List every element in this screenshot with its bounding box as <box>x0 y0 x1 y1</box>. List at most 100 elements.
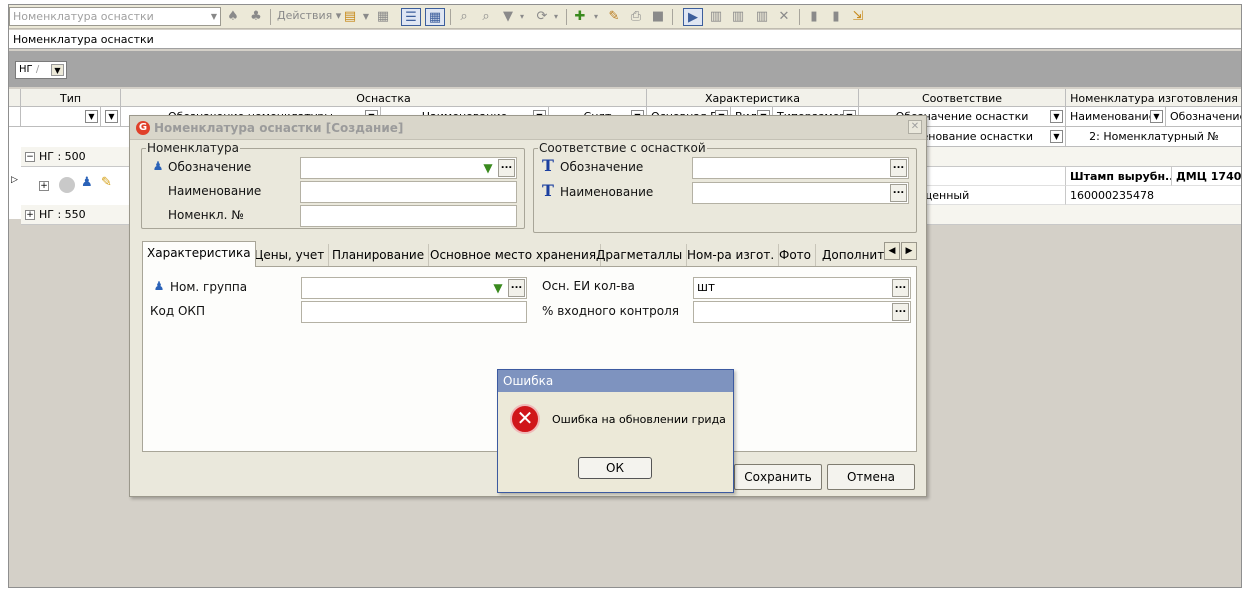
collapse-icon[interactable]: − <box>25 152 35 162</box>
export-icon[interactable]: ⇲ <box>849 8 867 26</box>
bookmark-icon[interactable]: ▮ <box>805 8 823 26</box>
filter-make-number[interactable]: 2: Номенклатурный № <box>1066 127 1241 147</box>
grid-corner <box>9 89 21 107</box>
match-designation-input[interactable]: ... <box>692 157 909 179</box>
chevron-down-icon[interactable]: ▼ <box>1050 130 1063 143</box>
filter-icon[interactable]: ▼ <box>480 160 496 176</box>
nomenclature-number-label: Номенкл. № <box>168 208 244 222</box>
breadcrumb-label: Номенклатура оснастки <box>13 33 154 46</box>
nom-group-input[interactable]: ▼ ... <box>301 277 527 299</box>
chevron-down-icon[interactable]: ▼ <box>1050 110 1063 123</box>
expand-icon[interactable]: + <box>39 179 53 192</box>
tab-scroll-left-icon[interactable]: ◀ <box>884 242 900 260</box>
expand-icon[interactable]: + <box>25 210 35 220</box>
doc-copy-icon[interactable]: ▥ <box>729 8 747 26</box>
module-combo[interactable]: Номенклатура оснастки ▼ <box>9 7 221 26</box>
list-view-icon[interactable]: ☰ <box>401 8 421 26</box>
filter-make-name[interactable]: Наименование ▼ <box>1066 107 1166 127</box>
tab-photo[interactable]: Фото <box>775 244 817 266</box>
copy-icon[interactable]: ▤ <box>341 8 359 26</box>
search-icon[interactable]: ⌕ <box>455 8 473 26</box>
tab-scroll-right-icon[interactable]: ▶ <box>901 242 917 260</box>
tab-make-nomenclature[interactable]: Ном-ра изгот. <box>683 244 780 266</box>
designation-input[interactable]: ▼ ... <box>300 157 517 179</box>
chevron-down-icon[interactable]: ▼ <box>51 64 64 76</box>
tab-additional[interactable]: Дополните <box>818 244 888 266</box>
find-next-icon[interactable]: ⌕ <box>477 8 495 26</box>
filter-icon[interactable]: ▼ <box>499 8 517 26</box>
chevron-down-icon[interactable]: ▼ <box>208 8 220 25</box>
doc-icon[interactable]: ▥ <box>707 8 725 26</box>
main-unit-input[interactable]: шт ... <box>693 277 911 299</box>
user-icon: ♟ <box>153 279 165 293</box>
match-name-label: Наименование <box>560 185 654 199</box>
input-control-input[interactable]: ... <box>693 301 911 323</box>
play-icon[interactable]: ▶ <box>683 8 703 26</box>
header-tooling[interactable]: Оснастка <box>121 89 647 107</box>
error-dialog-title[interactable]: Ошибка <box>498 370 733 392</box>
filter-icon[interactable]: ▼ <box>490 280 506 296</box>
copy-dropdown-icon[interactable]: ▼ <box>361 8 371 26</box>
refresh-dropdown-icon[interactable]: ▾ <box>551 8 561 26</box>
bookmark-add-icon[interactable]: ▮ <box>827 8 845 26</box>
browse-button[interactable]: ... <box>508 279 525 297</box>
chevron-down-icon[interactable]: ▼ <box>85 110 98 123</box>
header-match[interactable]: Соответствие <box>859 89 1066 107</box>
type-filter-2[interactable]: ▼ <box>101 107 121 127</box>
browse-button[interactable]: ... <box>498 159 515 177</box>
actions-menu[interactable]: Действия ▾ <box>277 9 341 22</box>
type-filter[interactable]: ▼ <box>21 107 101 127</box>
table-view-icon[interactable]: ▦ <box>425 8 445 26</box>
row-pointer-icon: ▷ <box>11 175 18 185</box>
main-unit-label: Осн. ЕИ кол-ва <box>542 279 635 293</box>
row-make-number: 160000235478 <box>1066 186 1241 205</box>
paste-icon[interactable]: ▦ <box>375 8 391 26</box>
doc-edit-icon[interactable]: ▥ <box>753 8 771 26</box>
browse-button[interactable]: ... <box>890 184 907 202</box>
name-input[interactable] <box>300 181 517 203</box>
print-icon[interactable]: ⎙ <box>627 8 645 26</box>
filter-dropdown-icon[interactable]: ▾ <box>517 8 527 26</box>
close-icon[interactable]: ✕ <box>908 120 922 134</box>
add-dropdown-icon[interactable]: ▾ <box>591 8 601 26</box>
filter-corner <box>9 107 21 127</box>
tab-characteristic[interactable]: Характеристика <box>142 241 256 267</box>
name-label: Наименование <box>168 184 262 198</box>
user-key-icon[interactable]: ♣ <box>247 8 265 26</box>
cancel-button[interactable]: Отмена <box>827 464 915 490</box>
row-make-name: Штамп вырубн... <box>1066 167 1172 186</box>
match-name-input[interactable]: ... <box>692 182 909 204</box>
add-icon[interactable]: ✚ <box>571 8 589 26</box>
nomenclature-number-input[interactable] <box>300 205 517 227</box>
chevron-down-icon[interactable]: ▼ <box>105 110 118 123</box>
okp-code-input[interactable] <box>301 301 527 323</box>
group-selector[interactable]: НГ / ▼ <box>15 61 67 79</box>
input-control-label: % входного контроля <box>542 304 679 318</box>
header-type[interactable]: Тип <box>21 89 121 107</box>
browse-button[interactable]: ... <box>892 303 909 321</box>
ok-button[interactable]: ОК <box>578 457 652 479</box>
filter-make-designation[interactable]: Обозначение <box>1166 107 1241 127</box>
chevron-down-icon[interactable]: ▼ <box>1150 110 1163 123</box>
stop-icon[interactable]: ■ <box>649 8 667 26</box>
browse-button[interactable]: ... <box>892 279 909 297</box>
group-selector-value: НГ <box>19 64 33 75</box>
nom-group-label: Ном. группа <box>170 280 248 294</box>
header-make-nomenclature[interactable]: Номенклатура изготовления <box>1066 89 1241 107</box>
header-characteristic[interactable]: Характеристика <box>647 89 859 107</box>
tab-storage[interactable]: Основное место хранения <box>426 244 602 266</box>
tab-planning[interactable]: Планирование <box>328 244 430 266</box>
tab-precious-metals[interactable]: Драгметаллы <box>592 244 688 266</box>
tab-prices[interactable]: Цены, учет <box>250 244 330 266</box>
close-icon[interactable]: ✕ <box>775 8 793 26</box>
user-icon: ♟ <box>81 175 93 190</box>
actions-menu-label: Действия <box>277 9 333 22</box>
toolbar-separator <box>450 9 451 25</box>
browse-button[interactable]: ... <box>890 159 907 177</box>
dialog-titlebar[interactable]: G Номенклатура оснастки [Создание] ✕ <box>130 116 926 140</box>
save-button[interactable]: Сохранить <box>734 464 822 490</box>
refresh-icon[interactable]: ⟳ <box>533 8 551 26</box>
bell-icon[interactable]: ♠ <box>225 8 241 26</box>
toolbar-separator <box>270 9 271 25</box>
edit-icon[interactable]: ✎ <box>605 8 623 26</box>
